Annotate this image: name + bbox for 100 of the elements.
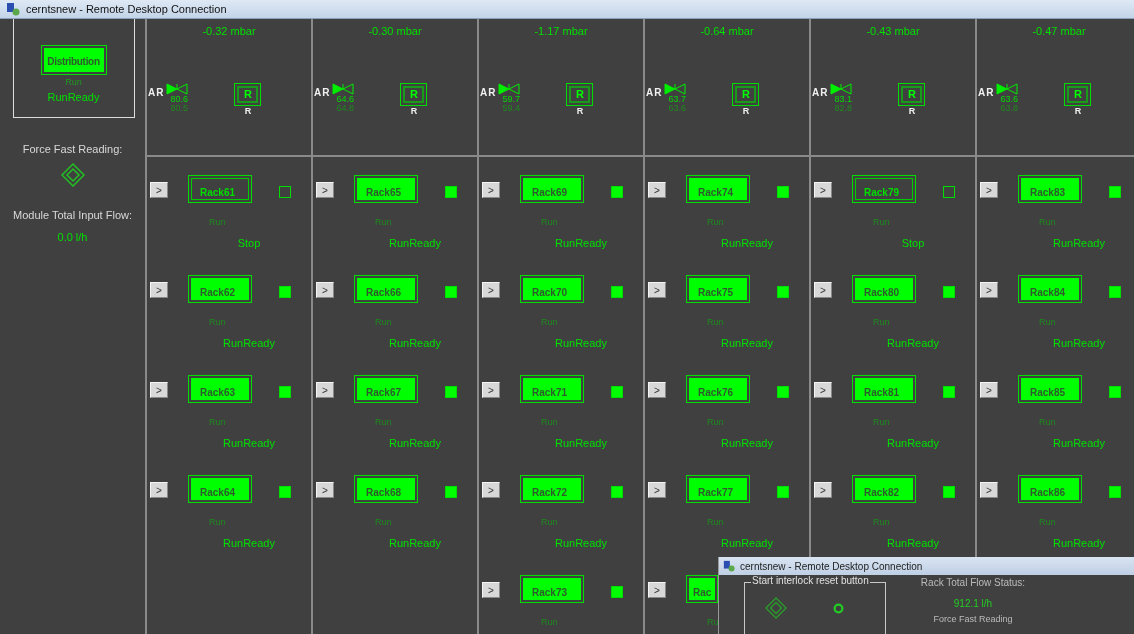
expand-button[interactable]: >	[980, 282, 998, 298]
rack-button[interactable]: Rack67	[354, 375, 418, 403]
rack-button[interactable]: Rack84	[1018, 275, 1082, 303]
status-light-icon	[833, 602, 844, 614]
mode-label: Run	[65, 77, 82, 87]
expand-button[interactable]: >	[814, 182, 832, 198]
rack-button[interactable]: Rack80	[852, 275, 916, 303]
status-label: RunReady	[555, 537, 607, 549]
rack-button[interactable]: Rack62	[188, 275, 252, 303]
valve-mode-label: AR	[646, 87, 663, 98]
rack-button[interactable]: Rack69	[520, 175, 584, 203]
mode-label: Run	[1039, 217, 1056, 229]
reset-button[interactable]: R	[898, 83, 926, 106]
valve-setpoint: 80.5	[170, 104, 188, 113]
rack-button[interactable]: Rac	[686, 575, 718, 603]
mode-label: Run	[541, 617, 558, 629]
expand-button[interactable]: >	[648, 182, 666, 198]
rack-button[interactable]: Rack65	[354, 175, 418, 203]
expand-button[interactable]: >	[980, 182, 998, 198]
rack-button[interactable]: Rack61	[188, 175, 252, 203]
rack-button[interactable]: Rack82	[852, 475, 916, 503]
rack-button[interactable]: Rack86	[1018, 475, 1082, 503]
status-label: RunReady	[389, 337, 441, 349]
rack-button[interactable]: Rack66	[354, 275, 418, 303]
expand-button[interactable]: >	[150, 282, 168, 298]
mode-label: Run	[375, 417, 392, 429]
rack-button[interactable]: Rack72	[520, 475, 584, 503]
valve-value: 83.1	[834, 95, 852, 104]
pressure-reading: -0.32 mbar	[202, 25, 256, 37]
rack-button[interactable]: Rack85	[1018, 375, 1082, 403]
status-label: RunReady	[555, 337, 607, 349]
expand-button[interactable]: >	[482, 382, 500, 398]
rack-button[interactable]: Rack63	[188, 375, 252, 403]
valve-value: 64.6	[336, 95, 354, 104]
expand-button[interactable]: >	[482, 482, 500, 498]
expand-button[interactable]: >	[150, 482, 168, 498]
expand-button[interactable]: >	[648, 282, 666, 298]
expand-button[interactable]: >	[814, 482, 832, 498]
status-label: RunReady	[1053, 437, 1105, 449]
expand-button[interactable]: >	[316, 482, 334, 498]
mode-label: Run	[209, 217, 226, 229]
mode-label: Run	[209, 417, 226, 429]
expand-button[interactable]: >	[648, 582, 666, 598]
distribution-button[interactable]: Distribution	[40, 45, 107, 75]
rack-button[interactable]: Rack71	[520, 375, 584, 403]
status-label: RunReady	[223, 337, 275, 349]
reset-label: R	[908, 106, 916, 116]
status-label: RunReady	[389, 537, 441, 549]
diamond-icon[interactable]	[60, 163, 85, 187]
expand-button[interactable]: >	[150, 382, 168, 398]
expand-button[interactable]: >	[648, 482, 666, 498]
expand-button[interactable]: >	[316, 282, 334, 298]
expand-button[interactable]: >	[316, 382, 334, 398]
rack-button[interactable]: Rack75	[686, 275, 750, 303]
group-label: Start interlock reset button	[751, 575, 870, 586]
expand-button[interactable]: >	[980, 382, 998, 398]
mode-label: Run	[375, 217, 392, 229]
valve-mode-label: AR	[978, 87, 995, 98]
status-label: RunReady	[721, 437, 773, 449]
mode-label: Run	[1039, 417, 1056, 429]
rack-button[interactable]: Rack76	[686, 375, 750, 403]
window-title: cerntsnew - Remote Desktop Connection	[740, 560, 923, 572]
expand-button[interactable]: >	[482, 182, 500, 198]
valve-value: 80.6	[170, 95, 188, 104]
reset-button[interactable]: R	[1064, 83, 1092, 106]
reset-button[interactable]: R	[234, 83, 262, 106]
expand-button[interactable]: >	[316, 182, 334, 198]
expand-button[interactable]: >	[482, 582, 500, 598]
valve-icon	[498, 83, 521, 95]
rack-button[interactable]: Rack70	[520, 275, 584, 303]
expand-button[interactable]: >	[980, 482, 998, 498]
expand-button[interactable]: >	[814, 282, 832, 298]
rack-button[interactable]: Rack83	[1018, 175, 1082, 203]
rack-button[interactable]: Rack77	[686, 475, 750, 503]
status-label: RunReady	[1053, 237, 1105, 249]
reset-button[interactable]: R	[400, 83, 428, 106]
expand-button[interactable]: >	[648, 382, 666, 398]
reset-label: R	[410, 106, 418, 116]
expand-button[interactable]: >	[150, 182, 168, 198]
rack-button[interactable]: Rack79	[852, 175, 916, 203]
expand-button[interactable]: >	[814, 382, 832, 398]
mode-label: Run	[1039, 317, 1056, 329]
force-fast-reading-label: Force Fast Reading	[933, 614, 1013, 624]
diamond-icon[interactable]	[765, 597, 787, 619]
rack-button[interactable]: Rack81	[852, 375, 916, 403]
reset-button[interactable]: R	[566, 83, 594, 106]
valve-value: 63.7	[668, 95, 686, 104]
rack-button[interactable]: Rack64	[188, 475, 252, 503]
expand-button[interactable]: >	[482, 282, 500, 298]
status-label: RunReady	[887, 337, 939, 349]
valve-mode-label: AR	[148, 87, 165, 98]
mode-label: Run	[873, 417, 890, 429]
reset-button[interactable]: R	[732, 83, 760, 106]
status-label: RunReady	[1053, 537, 1105, 549]
rack-button[interactable]: Rack68	[354, 475, 418, 503]
mode-label: Run	[707, 317, 724, 329]
rack-button[interactable]: Rack73	[520, 575, 584, 603]
valve-mode-label: AR	[812, 87, 829, 98]
rack-button[interactable]: Rack74	[686, 175, 750, 203]
valve-value: 59.7	[502, 95, 520, 104]
